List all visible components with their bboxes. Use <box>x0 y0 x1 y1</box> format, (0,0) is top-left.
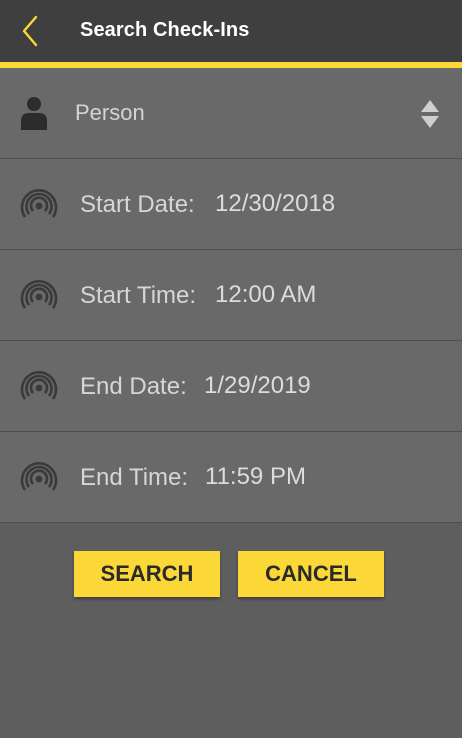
start-date-value: 12/30/2018 <box>215 190 336 217</box>
end-date-label: End Date: <box>80 373 187 400</box>
start-time-value: 12:00 AM <box>215 281 317 308</box>
chevron-left-icon <box>22 15 38 47</box>
end-date-field[interactable]: End Date: 1/29/2019 <box>0 341 462 432</box>
start-time-field[interactable]: Start Time: 12:00 AM <box>0 250 462 341</box>
broadcast-icon <box>20 462 58 491</box>
end-time-field[interactable]: End Time: 11:59 PM <box>0 432 462 523</box>
start-date-field[interactable]: Start Date: 12/30/2018 <box>0 159 462 250</box>
broadcast-icon <box>20 371 58 400</box>
end-time-label: End Time: <box>80 464 189 491</box>
person-icon <box>21 97 47 130</box>
app-header: Search Check-Ins <box>0 0 462 62</box>
start-date-label: Start Date: <box>80 191 195 218</box>
end-time-value: 11:59 PM <box>205 463 306 490</box>
person-selector[interactable]: Person <box>0 68 462 159</box>
start-time-label: Start Time: <box>80 282 197 309</box>
person-select-value: Person <box>75 100 145 125</box>
search-button[interactable]: SEARCH <box>74 551 220 597</box>
sort-arrows-icon <box>421 100 439 128</box>
cancel-button[interactable]: CANCEL <box>238 551 384 597</box>
end-date-value: 1/29/2019 <box>204 372 311 399</box>
page-title: Search Check-Ins <box>80 19 250 41</box>
back-button[interactable] <box>18 14 44 48</box>
broadcast-icon <box>20 280 58 309</box>
broadcast-icon <box>20 189 58 218</box>
